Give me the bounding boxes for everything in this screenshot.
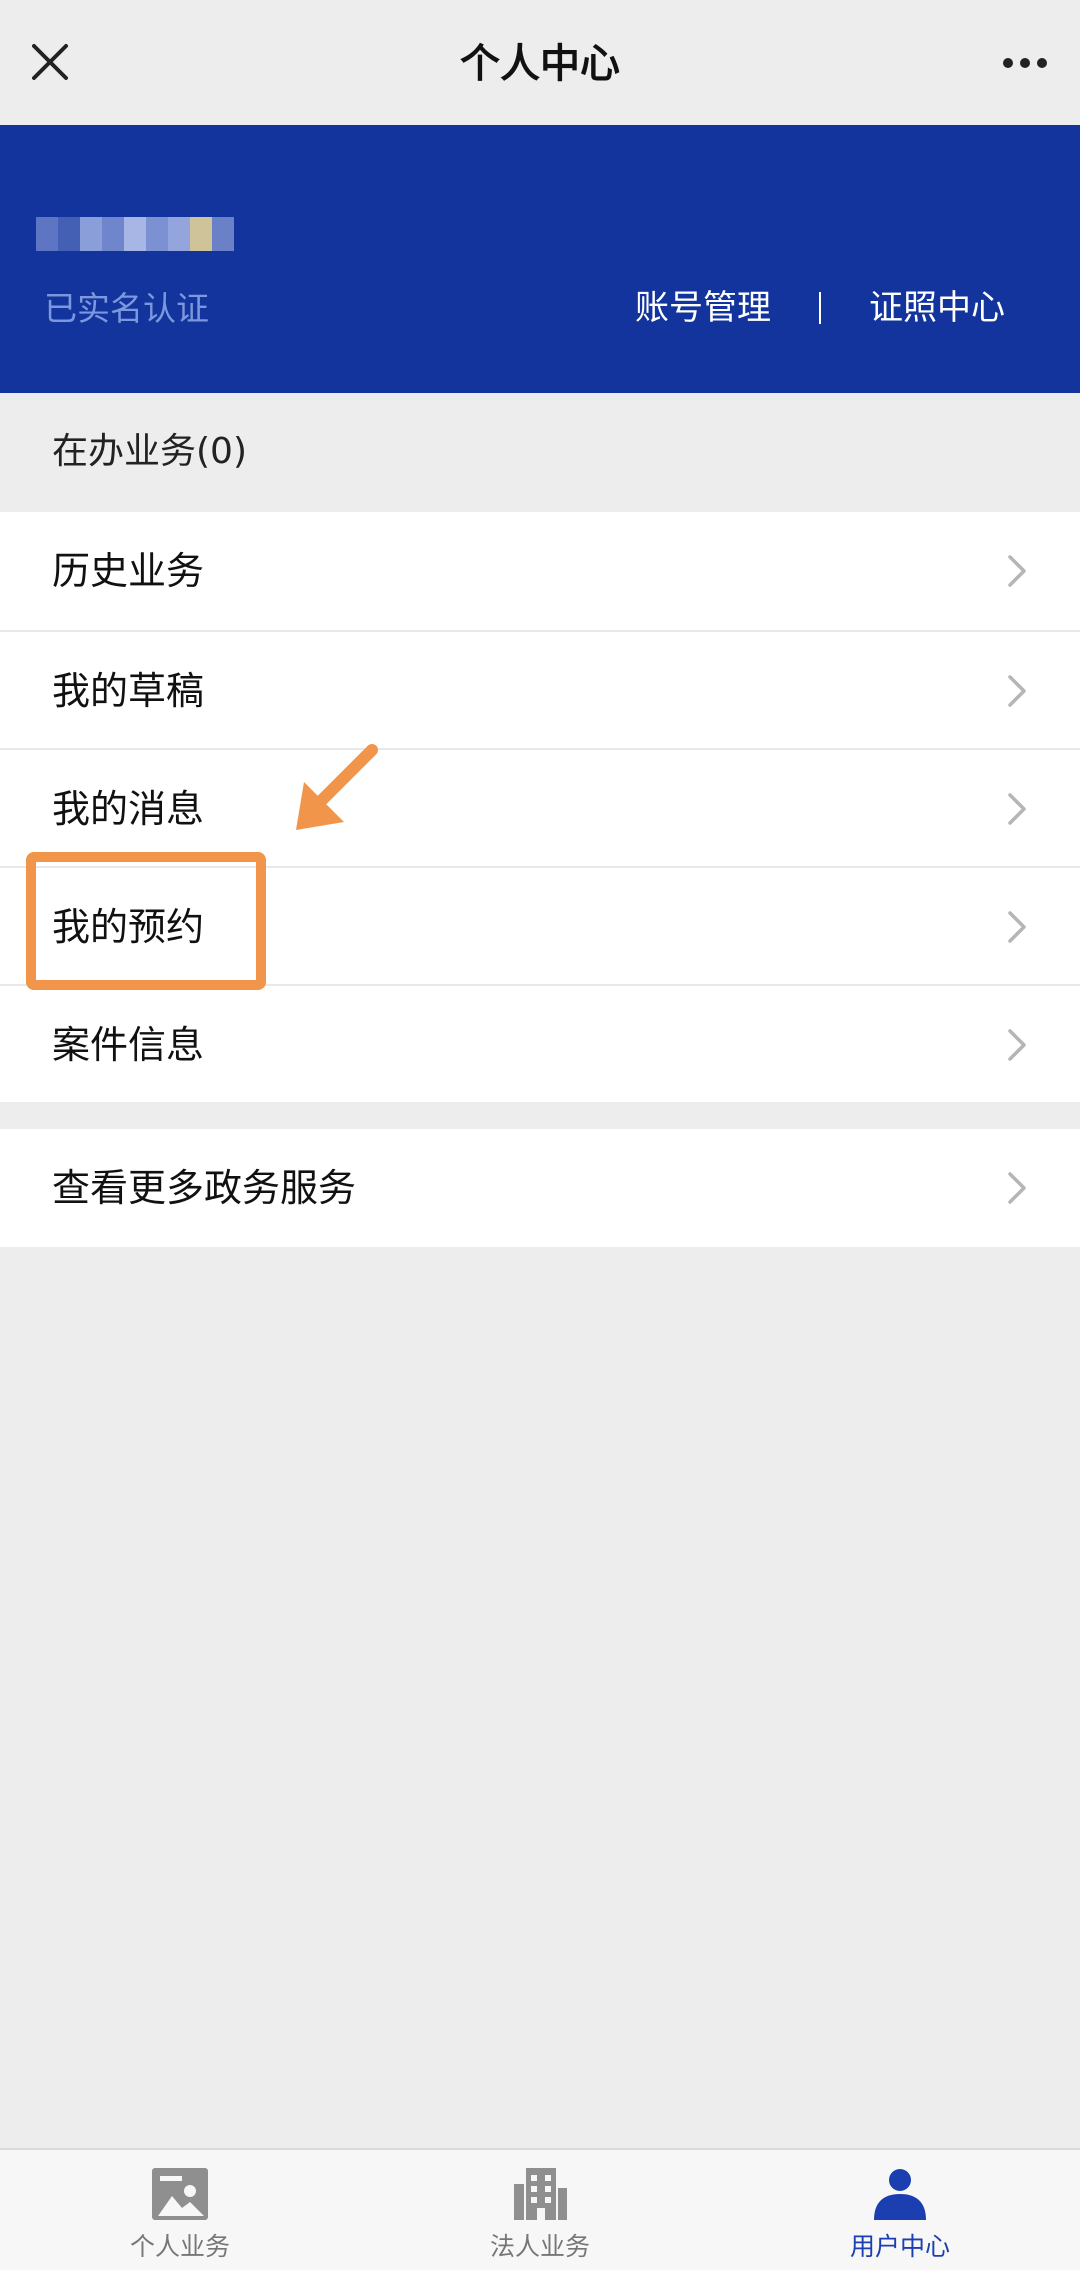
profile-links: 账号管理 证照中心 <box>635 283 1005 333</box>
list-item-messages[interactable]: 我的消息 <box>0 748 1080 866</box>
tab-label: 法人业务 <box>489 2232 590 2261</box>
arrow-icon <box>296 744 378 830</box>
list-item-history[interactable]: 历史业务 <box>0 512 1080 630</box>
tab-label: 个人业务 <box>129 2232 230 2261</box>
menu-list: 历史业务 我的草稿 我的消息 我的预约 案件信息 <box>0 512 1080 1102</box>
certificate-center-link[interactable]: 证照中心 <box>869 283 1005 333</box>
blurred-username <box>36 217 234 251</box>
chevron-right-icon <box>1008 675 1026 707</box>
divider <box>819 292 821 324</box>
in-progress-header[interactable]: 在办业务(0) <box>52 425 247 479</box>
list-item-case-info[interactable]: 案件信息 <box>0 984 1080 1102</box>
more-services-list: 查看更多政务服务 <box>0 1129 1080 1247</box>
tab-personal-business[interactable]: 个人业务 <box>0 2150 360 2270</box>
bottom-tab-bar: 个人业务 法人业务 用户中心 <box>0 2148 1080 2270</box>
id-card-icon <box>152 2168 208 2220</box>
list-item-label: 历史业务 <box>52 549 205 593</box>
list-item-more-services[interactable]: 查看更多政务服务 <box>0 1129 1080 1247</box>
list-item-drafts[interactable]: 我的草稿 <box>0 630 1080 748</box>
user-icon <box>874 2169 926 2220</box>
chevron-right-icon <box>1008 555 1026 587</box>
more-icon[interactable] <box>1000 48 1050 78</box>
list-item-label: 我的消息 <box>52 787 205 831</box>
page-title: 个人中心 <box>460 41 620 87</box>
tab-legal-business[interactable]: 法人业务 <box>360 2150 720 2270</box>
chevron-right-icon <box>1008 1172 1026 1204</box>
tab-user-center[interactable]: 用户中心 <box>720 2150 1080 2270</box>
tab-label: 用户中心 <box>849 2232 950 2261</box>
account-management-link[interactable]: 账号管理 <box>635 283 771 333</box>
highlight-box <box>26 852 266 990</box>
profile-header: 已实名认证 账号管理 证照中心 <box>0 125 1080 393</box>
chevron-right-icon <box>1008 1029 1026 1061</box>
verified-status: 已实名认证 <box>44 289 209 328</box>
list-item-label: 查看更多政务服务 <box>52 1166 357 1210</box>
list-item-label: 我的草稿 <box>52 669 205 713</box>
chevron-right-icon <box>1008 911 1026 943</box>
chevron-right-icon <box>1008 793 1026 825</box>
building-icon <box>514 2168 567 2220</box>
list-item-label: 案件信息 <box>52 1023 205 1067</box>
top-navbar: 个人中心 <box>0 0 1080 125</box>
